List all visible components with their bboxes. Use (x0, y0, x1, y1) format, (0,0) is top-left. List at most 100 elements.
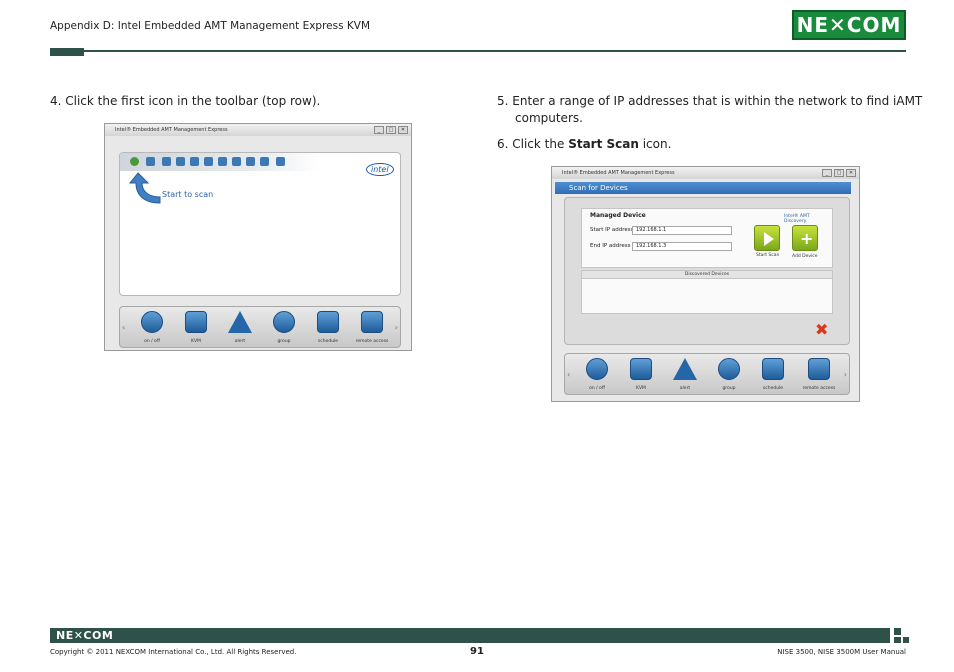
add-device-button[interactable]: + (792, 225, 818, 251)
dock-right-arrow[interactable]: › (844, 370, 847, 379)
close-button[interactable]: ✕ (398, 126, 408, 134)
start-scan-button[interactable] (754, 225, 780, 251)
start-ip-label: Start IP address (590, 227, 634, 233)
toolbar-icon-11[interactable] (276, 157, 285, 166)
end-ip-label: End IP address (590, 243, 631, 249)
dock-label: group (277, 339, 291, 344)
screenshot-amt-main: Intel® Embedded AMT Management Express _… (104, 123, 412, 351)
dock-item-alert[interactable]: alert (663, 358, 707, 391)
step-6-post: icon. (638, 137, 672, 151)
page-number: 91 (470, 646, 484, 657)
section-title: Appendix D: Intel Embedded AMT Managemen… (50, 20, 371, 32)
managed-device-box: Managed Device Intel® AMT Discovery Star… (581, 208, 833, 268)
start-scan-label: Start Scan (756, 253, 780, 258)
dock-right-arrow[interactable]: › (395, 323, 398, 332)
screenshot-scan-devices: Intel® Embedded AMT Management Express _… (551, 166, 860, 402)
header-rule-block (50, 48, 84, 56)
toolbar-icon-8[interactable] (232, 157, 241, 166)
dock-label: on / off (144, 339, 160, 344)
end-ip-input[interactable]: 192.168.1.3 (632, 242, 732, 251)
discovered-devices-header: Discovered Devices (582, 271, 832, 279)
alert-icon (673, 358, 697, 380)
dock-label: alert (234, 339, 246, 344)
group-icon (718, 358, 740, 380)
nexcom-logo: NE ✕ COM (792, 10, 906, 40)
scan-for-devices-bar: Scan for Devices (555, 182, 851, 194)
toolbar-icon-5[interactable] (190, 157, 199, 166)
dock-bar: ‹ on / off KVM alert group schedule remo… (119, 306, 401, 348)
kvm-icon (630, 358, 652, 380)
footer-manual-title: NISE 3500, NISE 3500M User Manual (777, 648, 906, 656)
dock-bar: ‹ on / off KVM alert group schedule remo… (564, 353, 850, 395)
dock-item-alert[interactable]: alert (218, 311, 262, 344)
step-6-pre: 6. Click the (497, 137, 569, 151)
dock-label: remote access (802, 386, 836, 391)
scan-panel: Managed Device Intel® AMT Discovery Star… (564, 197, 850, 345)
step-6-text: 6. Click the Start Scan icon. (497, 136, 671, 153)
dock-item-remote-access[interactable]: remote access (350, 311, 394, 344)
dock-left-arrow[interactable]: ‹ (122, 323, 125, 332)
dock-label: schedule (762, 386, 784, 391)
dock-item-onoff[interactable]: on / off (130, 311, 174, 344)
step-5-text-cont: computers. (515, 111, 583, 125)
step-4-text: 4. Click the first icon in the toolbar (… (50, 94, 321, 108)
dock-item-kvm[interactable]: KVM (174, 311, 218, 344)
footer-bar (50, 628, 890, 643)
dock-item-schedule[interactable]: schedule (306, 311, 350, 344)
dock-item-remote-access[interactable]: remote access (797, 358, 841, 391)
toolbar-icon-2[interactable] (146, 157, 155, 166)
maximize-button[interactable]: □ (834, 169, 844, 177)
dock-label: alert (679, 386, 691, 391)
plus-icon: + (800, 229, 814, 248)
dock-label: on / off (589, 386, 605, 391)
close-button[interactable]: ✕ (846, 169, 856, 177)
footer-square (894, 637, 901, 643)
window-controls: _ □ ✕ (374, 126, 408, 134)
window-title: Intel® Embedded AMT Management Express (562, 170, 675, 176)
scan-icon[interactable] (130, 157, 139, 166)
dock-item-schedule[interactable]: schedule (751, 358, 795, 391)
main-pane: intel Start to scan (119, 152, 401, 296)
play-icon (764, 232, 774, 246)
curved-arrow-icon (128, 172, 161, 204)
window-titlebar: Intel® Embedded AMT Management Express _… (105, 124, 411, 136)
dock-label: group (722, 386, 736, 391)
amt-discovery-link[interactable]: Intel® AMT Discovery (784, 214, 832, 224)
toolbar-icon-6[interactable] (204, 157, 213, 166)
alert-icon (228, 311, 252, 333)
toolbar-icon-9[interactable] (246, 157, 255, 166)
power-icon (586, 358, 608, 380)
start-ip-input[interactable]: 192.168.1.1 (632, 226, 732, 235)
minimize-button[interactable]: _ (822, 169, 832, 177)
dock-item-group[interactable]: group (707, 358, 751, 391)
kvm-icon (185, 311, 207, 333)
dock-item-group[interactable]: group (262, 311, 306, 344)
step-6-bold: Start Scan (568, 137, 639, 151)
discovered-devices-box: Discovered Devices (581, 270, 833, 314)
maximize-button[interactable]: □ (386, 126, 396, 134)
remote-access-icon (361, 311, 383, 333)
window-title: Intel® Embedded AMT Management Express (115, 127, 228, 133)
dock-left-arrow[interactable]: ‹ (567, 370, 570, 379)
footer-copyright: Copyright © 2011 NEXCOM International Co… (50, 648, 297, 656)
footer-square (894, 628, 901, 635)
toolbar-icon-4[interactable] (176, 157, 185, 166)
toolbar-icon-3[interactable] (162, 157, 171, 166)
remote-access-icon (808, 358, 830, 380)
window-titlebar: Intel® Embedded AMT Management Express _… (552, 167, 859, 179)
power-icon (141, 311, 163, 333)
window-controls: _ □ ✕ (822, 169, 856, 177)
toolbar-icon-7[interactable] (218, 157, 227, 166)
calendar-icon (317, 311, 339, 333)
dock-item-onoff[interactable]: on / off (575, 358, 619, 391)
minimize-button[interactable]: _ (374, 126, 384, 134)
calendar-icon (762, 358, 784, 380)
dock-label: schedule (317, 339, 339, 344)
dock-item-kvm[interactable]: KVM (619, 358, 663, 391)
toolbar-icon-10[interactable] (260, 157, 269, 166)
intel-logo: intel (366, 163, 394, 176)
group-icon (273, 311, 295, 333)
dock-label: remote access (355, 339, 389, 344)
cancel-x-icon[interactable]: ✖ (815, 320, 828, 339)
footer-square (903, 637, 909, 643)
